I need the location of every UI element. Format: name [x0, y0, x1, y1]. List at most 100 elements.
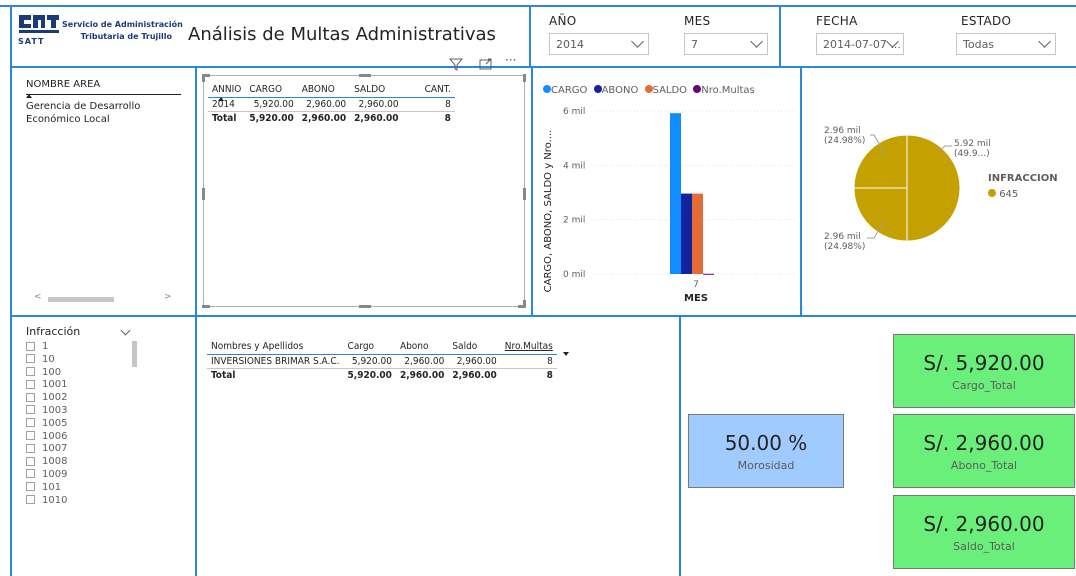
- more-options-icon[interactable]: ···: [505, 53, 516, 67]
- area-scrollbar[interactable]: < >: [34, 292, 174, 303]
- infraccion-item[interactable]: 1008: [26, 456, 146, 469]
- checkbox[interactable]: [26, 379, 35, 389]
- kpi-label: Cargo_Total: [952, 379, 1016, 392]
- infraccion-item[interactable]: 1002: [26, 392, 146, 405]
- filter-mes-value: 7: [691, 38, 698, 51]
- scrollbar-thumb[interactable]: [48, 297, 114, 302]
- filter-mes-dropdown[interactable]: 7: [684, 33, 768, 55]
- bar-chart-visual: CARGO ABONO SALDO Nro.Multas CARGO, ABON…: [533, 68, 800, 315]
- col-annio[interactable]: ANNIO: [208, 82, 245, 98]
- infraccion-slicer: Infracción 1 10 100 1001 1002 1003 1005 1006 100…: [26, 325, 146, 507]
- chevron-down-icon: [631, 35, 644, 48]
- infraccion-item[interactable]: 10: [26, 354, 146, 367]
- checkbox[interactable]: [26, 495, 35, 505]
- col-cargo[interactable]: CARGO: [245, 82, 297, 98]
- col-nombres[interactable]: Nombres y Apellidos: [207, 339, 344, 355]
- filter-fecha-dropdown[interactable]: 2014-07-07 ...: [816, 33, 904, 55]
- filter-anio-value: 2014: [556, 38, 584, 51]
- scroll-left-icon[interactable]: <: [34, 292, 42, 302]
- focus-mode-icon[interactable]: [479, 58, 493, 71]
- bar-cargo[interactable]: [670, 113, 681, 274]
- kpi-card-saldo: S/. 2,960.00 Saldo_Total: [893, 495, 1075, 569]
- cell: 2,960.00: [358, 99, 399, 110]
- infraccion-item[interactable]: 100: [26, 367, 146, 380]
- infraccion-item[interactable]: 1010: [26, 495, 146, 508]
- y-axis-title: CARGO, ABONO, SALDO y Nro....: [543, 130, 554, 293]
- pie-legend-title: INFRACCION: [988, 173, 1058, 184]
- filter-anio-dropdown[interactable]: 2014: [549, 33, 649, 55]
- checkbox[interactable]: [26, 431, 35, 441]
- checkbox[interactable]: [26, 469, 35, 479]
- cell: 8: [547, 356, 553, 367]
- legend-marker: [988, 189, 996, 197]
- cell: 5,920.00: [347, 370, 392, 381]
- resize-handle[interactable]: [523, 188, 526, 200]
- col-saldo[interactable]: SALDO: [350, 82, 402, 98]
- detail-table: Nombres y Apellidos Cargo Abono Saldo Nr…: [207, 339, 557, 382]
- checkbox[interactable]: [26, 405, 35, 415]
- resize-handle[interactable]: [359, 305, 371, 308]
- area-slicer-item[interactable]: Gerencia de Desarrollo Económico Local: [26, 100, 156, 126]
- cell: 5,920.00: [253, 99, 294, 110]
- infraccion-item-label: 1002: [42, 392, 68, 404]
- resize-handle[interactable]: [359, 74, 371, 77]
- infraccion-slicer-header[interactable]: Infracción: [26, 325, 146, 338]
- pie-legend-item[interactable]: 645: [988, 189, 1018, 200]
- bar-abono[interactable]: [681, 193, 692, 274]
- checkbox[interactable]: [26, 418, 35, 428]
- infraccion-scrollbar[interactable]: [132, 341, 137, 367]
- infraccion-item[interactable]: 1: [26, 341, 146, 354]
- checkbox[interactable]: [26, 354, 35, 364]
- checkbox[interactable]: [26, 482, 35, 492]
- col-cargo[interactable]: Cargo: [344, 339, 396, 355]
- sort-asc-icon: [26, 94, 32, 98]
- col-abono[interactable]: ABONO: [298, 82, 350, 98]
- infraccion-item[interactable]: 1006: [26, 431, 146, 444]
- infraccion-item-label: 1006: [42, 430, 68, 442]
- table-total-row: Total 5,920.00 2,960.00 2,960.00 8: [208, 112, 455, 126]
- infraccion-item[interactable]: 1003: [26, 405, 146, 418]
- col-nro-multas[interactable]: Nro.Multas: [501, 339, 557, 355]
- resize-handle[interactable]: [202, 188, 205, 200]
- filter-estado: ESTADO: [961, 14, 1011, 28]
- filter-estado-dropdown[interactable]: Todas: [956, 33, 1056, 55]
- kpi-value: S/. 5,920.00: [923, 351, 1045, 375]
- area-slicer-header[interactable]: NOMBRE AREA: [26, 79, 181, 95]
- chevron-down-icon[interactable]: [120, 325, 131, 336]
- checkbox[interactable]: [26, 456, 35, 466]
- bar-nromultas[interactable]: [703, 273, 714, 275]
- chevron-down-icon: [750, 35, 763, 48]
- col-saldo[interactable]: Saldo: [448, 339, 500, 355]
- bar-chart-svg: CARGO, ABONO, SALDO y Nro.... 0 mil 2 mil…: [543, 107, 795, 304]
- bar-saldo[interactable]: [692, 193, 703, 274]
- scroll-right-icon[interactable]: >: [164, 292, 172, 302]
- filter-anio-label: AÑO: [549, 14, 577, 28]
- col-abono[interactable]: Abono: [396, 339, 448, 355]
- infraccion-item[interactable]: 101: [26, 482, 146, 495]
- resize-handle[interactable]: [523, 300, 526, 308]
- resize-handle[interactable]: [202, 305, 210, 308]
- summary-table-visual[interactable]: ANNIO CARGO ABONO SALDO CANT. 2014 5,920…: [202, 74, 526, 308]
- infraccion-item[interactable]: 1007: [26, 443, 146, 456]
- pie-label-right: 5.92 mil (49.9...): [954, 139, 991, 159]
- resize-handle[interactable]: [523, 74, 526, 82]
- checkbox[interactable]: [26, 443, 35, 453]
- checkbox[interactable]: [26, 367, 35, 377]
- filter-mes: MES: [684, 14, 710, 28]
- infraccion-item-label: 1005: [42, 417, 68, 429]
- sort-desc-icon: [563, 352, 569, 356]
- resize-handle[interactable]: [202, 74, 205, 82]
- filter-icon[interactable]: [449, 58, 463, 71]
- middle-divider: [10, 315, 1076, 317]
- infraccion-item[interactable]: 1001: [26, 379, 146, 392]
- filter-fecha: FECHA: [816, 14, 858, 28]
- pie-slice[interactable]: [906, 134, 961, 242]
- checkbox[interactable]: [26, 392, 35, 402]
- infraccion-item[interactable]: 1009: [26, 469, 146, 482]
- header-sep-1: [529, 5, 531, 67]
- infraccion-item[interactable]: 1005: [26, 418, 146, 431]
- col-cant[interactable]: CANT.: [403, 82, 455, 98]
- checkbox[interactable]: [26, 341, 35, 351]
- cell: 2,960.00: [399, 370, 445, 381]
- kpi-label: Abono_Total: [950, 459, 1018, 472]
